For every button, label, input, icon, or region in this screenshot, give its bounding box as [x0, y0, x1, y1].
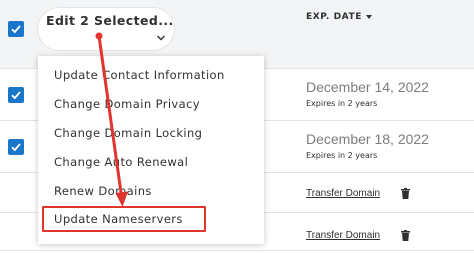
checkmark-icon: [11, 25, 21, 34]
select-all-checkbox[interactable]: [8, 21, 24, 37]
menu-item-update-contact-information[interactable]: Update Contact Information: [54, 68, 225, 82]
menu-item-change-domain-locking[interactable]: Change Domain Locking: [54, 126, 202, 140]
exp-date-column-header[interactable]: EXP. DATE: [306, 12, 373, 22]
expires-note: Expires in 2 years: [306, 99, 378, 108]
edit-selected-button[interactable]: Edit 2 Selected...: [38, 8, 174, 50]
trash-icon[interactable]: [401, 230, 410, 241]
chevron-down-icon: [157, 35, 165, 41]
row-divider: [0, 250, 474, 251]
transfer-domain-link[interactable]: Transfer Domain: [306, 188, 380, 199]
annotation-highlight-box: [42, 206, 206, 232]
exp-date-header-label: EXP. DATE: [306, 12, 363, 22]
expiration-date: December 14, 2022: [306, 79, 429, 95]
row-checkbox[interactable]: [8, 87, 24, 103]
trash-icon[interactable]: [401, 188, 410, 199]
edit-selected-label: Edit 2 Selected...: [46, 13, 174, 28]
expires-note: Expires in 2 years: [306, 151, 378, 160]
menu-item-change-auto-renewal[interactable]: Change Auto Renewal: [54, 155, 188, 169]
expiration-date: December 18, 2022: [306, 131, 429, 147]
menu-item-renew-domains[interactable]: Renew Domains: [54, 184, 152, 198]
checkmark-icon: [11, 91, 21, 100]
caret-down-icon: [366, 14, 373, 19]
transfer-domain-link[interactable]: Transfer Domain: [306, 230, 380, 241]
menu-item-change-domain-privacy[interactable]: Change Domain Privacy: [54, 97, 200, 111]
checkmark-icon: [11, 143, 21, 152]
row-checkbox[interactable]: [8, 139, 24, 155]
